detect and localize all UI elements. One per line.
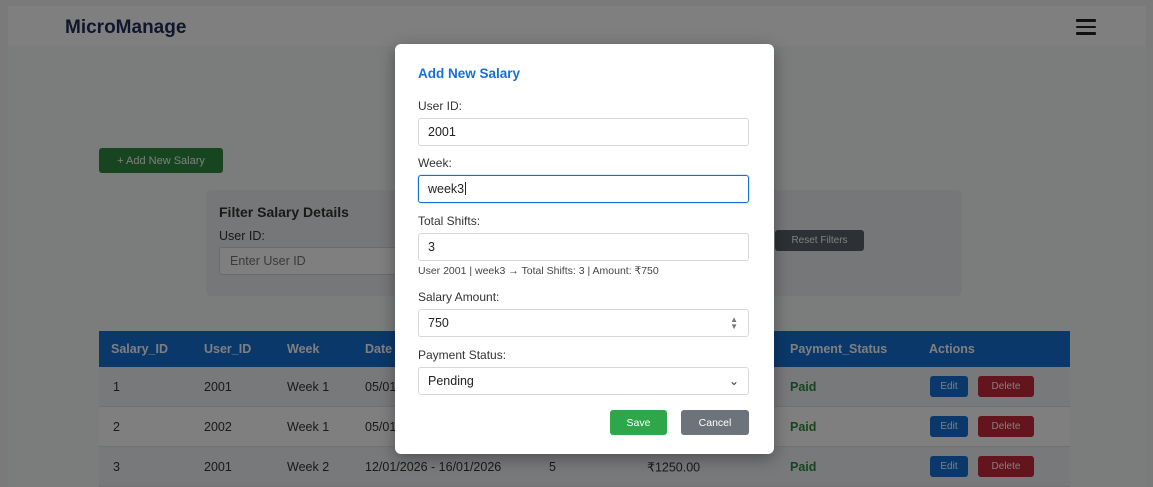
payment-status-value: Pending xyxy=(428,374,474,388)
salary-summary-text: User 2001 | week3 → Total Shifts: 3 | Am… xyxy=(418,265,659,277)
save-button[interactable]: Save xyxy=(610,410,667,435)
cancel-button[interactable]: Cancel xyxy=(681,410,749,435)
modal-title: Add New Salary xyxy=(418,66,521,81)
salary-amount-field[interactable]: 750 ▲ ▼ xyxy=(418,309,749,337)
total-shifts-label: Total Shifts: xyxy=(418,214,481,228)
number-spinner-icon[interactable]: ▲ ▼ xyxy=(730,316,738,331)
salary-amount-value: 750 xyxy=(428,316,449,330)
chevron-down-icon: ⌄ xyxy=(728,374,739,388)
payment-status-select[interactable]: Pending ⌄ xyxy=(418,367,749,395)
user-id-value: 2001 xyxy=(428,125,456,139)
payment-status-label: Payment Status: xyxy=(418,348,507,362)
text-cursor xyxy=(465,182,467,195)
week-value: week3 xyxy=(428,182,465,196)
total-shifts-field[interactable]: 3 xyxy=(418,233,749,261)
week-label: Week: xyxy=(418,156,452,170)
total-shifts-value: 3 xyxy=(428,240,435,254)
salary-amount-label: Salary Amount: xyxy=(418,290,500,304)
user-id-field[interactable]: 2001 xyxy=(418,118,749,146)
user-id-label: User ID: xyxy=(418,99,463,113)
week-field[interactable]: week3 xyxy=(418,175,749,203)
add-salary-modal: Add New Salary User ID: 2001 Week: week3… xyxy=(395,44,774,454)
